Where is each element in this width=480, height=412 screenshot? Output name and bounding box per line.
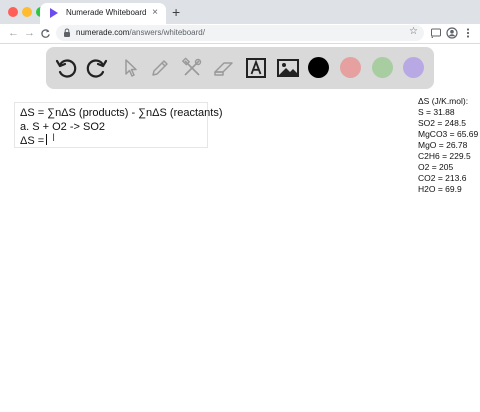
url-text: numerade.com/answers/whiteboard/ [76,28,205,37]
redo-button[interactable] [84,55,110,81]
url-path: /answers/whiteboard/ [129,28,205,37]
delta-s-input-line[interactable]: ΔS = [20,134,207,148]
undo-button[interactable] [53,55,79,81]
entropy-reference-list: ΔS (J/K.mol): S = 31.88 SO2 = 248.5 MgCO… [418,96,480,195]
reference-item: O2 = 205 [418,162,454,172]
pen-tool-button[interactable] [147,55,173,81]
window-minimize-button[interactable] [22,7,32,17]
reference-header: ΔS (J/K.mol): [418,96,469,106]
bookmark-star-icon[interactable]: ☆ [409,26,418,37]
text-box-icon [246,58,266,78]
tab-close-button[interactable]: × [152,6,158,20]
hammer-wrench-icon [181,57,202,76]
numerade-favicon-icon [50,8,58,18]
reference-item: S = 31.88 [418,107,455,117]
undo-icon [55,59,77,78]
reference-item: MgCO3 = 65.69 [418,129,479,139]
window-close-button[interactable] [8,7,18,17]
whiteboard-toolbar [46,47,434,89]
reference-item: MgO = 26.78 [418,140,468,150]
select-tool-button[interactable] [117,55,143,81]
reference-item: C2H6 = 229.5 [418,151,471,161]
new-tab-button[interactable]: + [172,4,180,20]
redo-icon [86,59,108,78]
image-tool-button[interactable] [275,55,301,81]
back-button[interactable]: ← [8,26,19,40]
account-icon[interactable] [446,27,458,39]
color-pink-swatch[interactable] [340,57,361,78]
eraser-tool-button[interactable] [211,55,237,81]
cursor-arrow-icon [125,59,137,77]
reaction-line: a. S + O2 -> SO2 [20,121,105,133]
text-tool-button[interactable] [243,55,269,81]
url-host: numerade.com [76,28,130,37]
reload-icon[interactable] [40,28,51,39]
shapes-tool-button[interactable] [179,55,205,81]
browser-toolbar: ← → numerade.com/answers/whiteboard/ ☆ [0,24,480,44]
eraser-icon [214,62,233,76]
color-purple-swatch[interactable] [403,57,424,78]
lock-icon [64,28,70,37]
reference-item: SO2 = 248.5 [418,118,466,128]
address-bar[interactable]: numerade.com/answers/whiteboard/ ☆ [56,25,424,41]
browser-titlebar: Numerade Whiteboard × + [0,0,480,24]
reference-item: H2O = 69.9 [418,184,462,194]
image-icon [277,59,299,77]
cast-icon[interactable] [430,27,442,39]
text-caret [46,134,48,145]
menu-kebab-icon[interactable] [462,27,474,39]
pen-icon [152,60,168,76]
ibeam-cursor-icon: I [52,132,56,144]
tab-title: Numerade Whiteboard [66,8,147,17]
whiteboard-text-box[interactable]: ΔS = ∑nΔS (products) - ∑nΔS (reactants) … [14,102,223,148]
reference-item: CO2 = 213.6 [418,173,467,183]
color-green-swatch[interactable] [372,57,393,78]
delta-s-label: ΔS = [20,135,45,147]
browser-tab[interactable]: Numerade Whiteboard × [40,3,166,24]
color-black-swatch[interactable] [308,57,329,78]
forward-button[interactable]: → [24,26,35,40]
equation-line: ΔS = ∑nΔS (products) - ∑nΔS (reactants) [20,107,223,119]
